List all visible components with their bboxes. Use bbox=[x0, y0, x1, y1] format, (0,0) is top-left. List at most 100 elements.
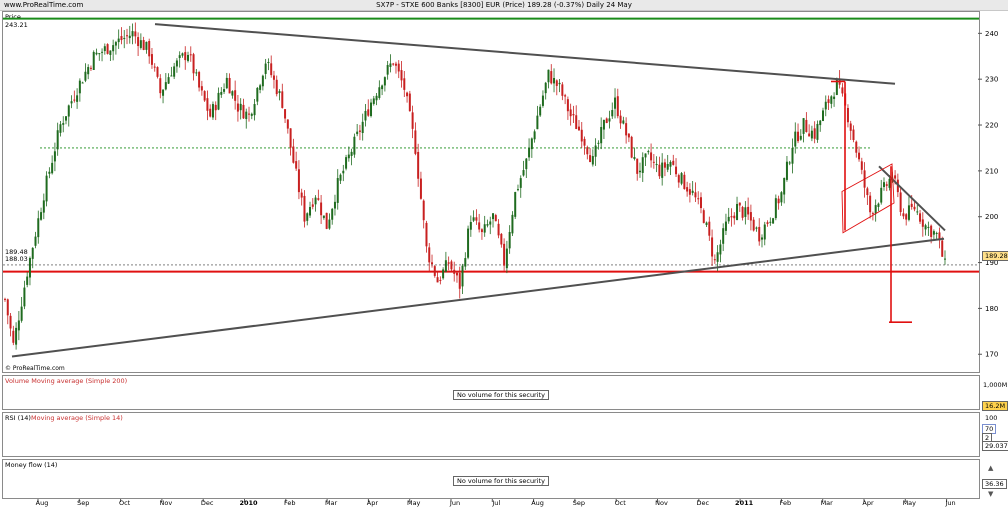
candle-body bbox=[78, 80, 81, 94]
candle-body bbox=[137, 37, 140, 47]
candle-body bbox=[719, 244, 722, 255]
candle-body bbox=[48, 171, 51, 174]
candle-body bbox=[633, 157, 636, 159]
candle-body bbox=[159, 78, 162, 94]
candle-body bbox=[769, 221, 772, 223]
candle-body bbox=[153, 66, 156, 68]
candle-body bbox=[605, 118, 608, 124]
candle-body bbox=[309, 207, 312, 216]
money-flow-panel[interactable]: Money flow (14) No volume for this secur… bbox=[2, 459, 980, 499]
candle-body bbox=[583, 138, 586, 146]
candle-body bbox=[106, 44, 109, 54]
candle-body bbox=[270, 63, 273, 76]
candle-body bbox=[175, 60, 178, 67]
candle-body bbox=[20, 306, 23, 321]
rsi-panel[interactable]: RSI (14) Moving average (Simple 14) bbox=[2, 412, 980, 457]
time-axis-label: Aug bbox=[531, 499, 544, 507]
candle-body bbox=[672, 160, 675, 165]
candle-body bbox=[84, 71, 87, 81]
candle-body bbox=[600, 126, 603, 144]
candle-body bbox=[766, 222, 769, 224]
volume-panel[interactable]: Volume Moving average (Simple 200) No vo… bbox=[2, 375, 980, 410]
candle-body bbox=[724, 221, 727, 231]
candle-body bbox=[214, 104, 217, 111]
candle-body bbox=[170, 75, 173, 77]
candle-body bbox=[295, 161, 298, 169]
candle-body bbox=[755, 227, 758, 229]
candle-body bbox=[594, 145, 597, 157]
candle-body bbox=[211, 104, 214, 118]
no-volume-message: No volume for this security bbox=[453, 390, 549, 400]
candle-body bbox=[425, 222, 428, 247]
price-axis-tick-label: 170 bbox=[985, 351, 998, 359]
volume-axis-label: 1,000M bbox=[983, 381, 1008, 389]
time-axis-label: Mar bbox=[821, 499, 834, 507]
candle-body bbox=[428, 247, 431, 263]
candle-body bbox=[98, 53, 101, 55]
candle-body bbox=[103, 46, 106, 52]
time-axis-label: Apr bbox=[367, 499, 379, 507]
candle-body bbox=[206, 98, 209, 111]
candle-body bbox=[722, 228, 725, 244]
candle-body bbox=[880, 187, 883, 203]
candle-body bbox=[128, 35, 131, 39]
candle-body bbox=[73, 99, 76, 101]
candle-body bbox=[411, 112, 414, 129]
candle-body bbox=[367, 109, 370, 116]
candle-body bbox=[109, 50, 112, 55]
candle-body bbox=[641, 157, 644, 173]
candle-body bbox=[95, 52, 98, 55]
candle-body bbox=[686, 187, 689, 192]
candle-body bbox=[625, 123, 628, 136]
candle-body bbox=[500, 233, 503, 245]
candle-body bbox=[386, 65, 389, 75]
rsi-label: RSI (14) bbox=[5, 414, 31, 422]
candle-body bbox=[353, 136, 356, 155]
candle-body bbox=[383, 77, 386, 86]
candle-body bbox=[927, 226, 930, 228]
candle-body bbox=[272, 75, 275, 80]
candle-body bbox=[636, 158, 639, 174]
candle-body bbox=[209, 108, 212, 117]
candle-body bbox=[192, 54, 195, 74]
candle-body bbox=[394, 63, 397, 66]
candle-body bbox=[356, 131, 359, 135]
candle-body bbox=[134, 31, 137, 37]
candle-body bbox=[650, 152, 653, 161]
candle-body bbox=[816, 123, 819, 140]
candle-body bbox=[661, 162, 664, 178]
candle-body bbox=[203, 91, 206, 101]
candle-body bbox=[652, 161, 655, 163]
candle-body bbox=[866, 188, 869, 196]
candle-body bbox=[821, 110, 824, 121]
candle-body bbox=[231, 91, 234, 96]
candle-body bbox=[680, 173, 683, 184]
candle-body bbox=[919, 213, 922, 222]
price-axis-tick-label: 220 bbox=[985, 122, 998, 130]
candle-body bbox=[67, 105, 70, 117]
candle-body bbox=[528, 147, 531, 158]
price-axis-tick-label: 180 bbox=[985, 305, 998, 313]
candle-body bbox=[297, 169, 300, 193]
candle-body bbox=[278, 91, 281, 94]
candle-body bbox=[303, 195, 306, 222]
candle-body bbox=[469, 221, 472, 230]
candle-body bbox=[189, 54, 192, 56]
candle-body bbox=[381, 85, 384, 90]
candle-body bbox=[697, 198, 700, 200]
candle-body bbox=[70, 101, 73, 104]
candle-body bbox=[422, 200, 425, 221]
candle-body bbox=[846, 107, 849, 123]
candle-body bbox=[894, 175, 897, 179]
candle-body bbox=[65, 116, 68, 121]
candle-body bbox=[550, 71, 553, 84]
candle-body bbox=[858, 152, 861, 160]
candle-body bbox=[530, 138, 533, 150]
candle-body bbox=[544, 82, 547, 94]
candle-body bbox=[228, 77, 231, 94]
time-axis-label: Aug bbox=[36, 499, 49, 507]
candle-body bbox=[292, 146, 295, 163]
candle-body bbox=[711, 237, 714, 257]
candle-body bbox=[345, 157, 348, 169]
candle-body bbox=[289, 128, 292, 148]
